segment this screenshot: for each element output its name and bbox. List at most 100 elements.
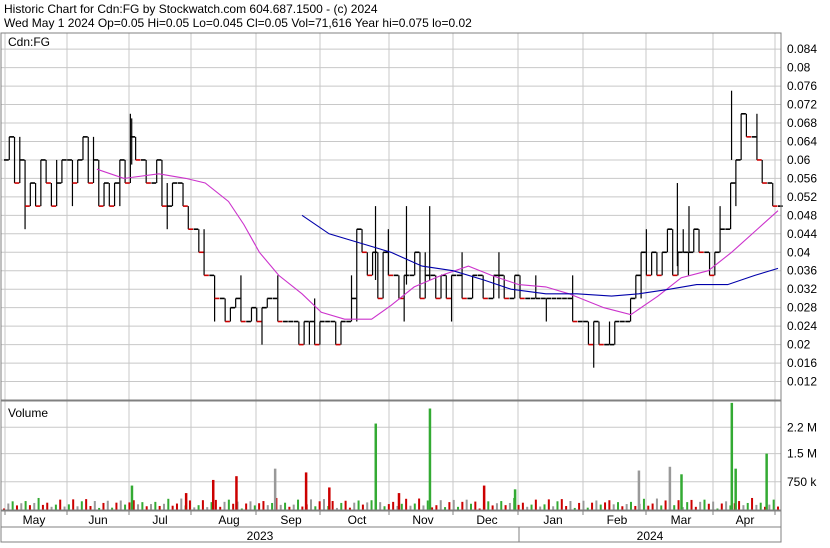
volume-bar — [370, 500, 373, 510]
volume-bar — [504, 505, 507, 510]
volume-bar — [664, 500, 667, 510]
volume-bar — [188, 500, 191, 510]
volume-spike — [130, 485, 134, 510]
volume-bar — [500, 501, 503, 510]
volume-bar — [595, 500, 598, 510]
volume-bar — [565, 506, 568, 510]
price-tick-label: 0.08 — [787, 61, 811, 75]
volume-bar — [435, 505, 438, 510]
price-tick-label: 0.04 — [787, 245, 811, 259]
volume-tick-label: 2.2 M — [787, 420, 817, 434]
volume-bar — [119, 500, 122, 510]
volume-bar — [772, 499, 775, 510]
volume-spike — [211, 479, 215, 510]
month-label: Mar — [671, 513, 692, 527]
volume-bar — [80, 501, 83, 510]
moving-average-long — [301, 214, 779, 297]
volume-bar — [344, 500, 347, 510]
volume-bar — [361, 504, 364, 510]
price-tick-label: 0.024 — [787, 319, 817, 333]
volume-spike — [397, 493, 401, 510]
volume-bar — [227, 499, 230, 510]
volume-bar — [357, 500, 360, 510]
volume-bar — [461, 501, 464, 510]
price-tick-label: 0.016 — [787, 356, 817, 370]
volume-bar — [145, 506, 148, 510]
volume-bar — [612, 504, 615, 510]
month-label: Aug — [218, 513, 239, 527]
volume-bar — [141, 502, 144, 510]
volume-bar — [517, 504, 520, 510]
price-tick-label: 0.044 — [787, 227, 817, 241]
volume-bar — [655, 498, 658, 510]
volume-bar — [413, 503, 416, 510]
volume-bar — [755, 504, 758, 510]
volume-bar — [284, 502, 287, 510]
volume-bar — [366, 502, 369, 510]
volume-bar — [197, 505, 200, 510]
volume-bar — [258, 503, 261, 510]
volume-spike — [730, 402, 734, 510]
volume-bar — [673, 505, 676, 510]
volume-bar — [621, 506, 624, 510]
volume-bar — [128, 502, 131, 510]
chart-canvas: Historic Chart for Cdn:FG by Stockwatch.… — [0, 2, 817, 543]
month-label: Jul — [152, 513, 167, 527]
volume-bar — [720, 503, 723, 510]
volume-bar — [24, 501, 27, 510]
volume-bar — [392, 501, 395, 510]
stock-chart: Historic Chart for Cdn:FG by Stockwatch.… — [0, 0, 830, 543]
price-tick-label: 0.084 — [787, 42, 817, 56]
volume-bar — [543, 504, 546, 510]
volume-bar — [647, 505, 650, 510]
volume-bar — [171, 505, 174, 510]
volume-bar — [7, 503, 10, 510]
price-tick-label: 0.02 — [787, 338, 811, 352]
volume-bar — [508, 502, 511, 510]
volume-bar — [703, 499, 706, 510]
price-tick-label: 0.068 — [787, 116, 817, 130]
volume-bar — [738, 501, 741, 510]
volume-bar — [582, 500, 585, 510]
volume-bar — [387, 504, 390, 510]
volume-bar — [547, 499, 550, 510]
price-tick-label: 0.048 — [787, 208, 817, 222]
volume-bar — [759, 502, 762, 510]
volume-spike — [304, 472, 308, 510]
volume-bar — [331, 501, 334, 510]
volume-bar — [625, 504, 628, 510]
month-label: Jun — [88, 513, 107, 527]
volume-bar — [340, 502, 343, 510]
month-label: Nov — [412, 513, 433, 527]
volume-bar — [642, 498, 645, 510]
volume-bar — [465, 499, 468, 510]
volume-bar — [400, 503, 403, 510]
volume-bar — [137, 504, 140, 510]
volume-bar — [310, 499, 313, 510]
volume-bar — [418, 498, 421, 510]
volume-bar — [742, 505, 745, 510]
volume-bar — [59, 499, 62, 510]
volume-bar — [314, 506, 317, 510]
volume-bar — [301, 506, 304, 510]
volume-bar — [725, 501, 728, 510]
volume-bar — [318, 501, 321, 510]
volume-bar — [487, 501, 490, 510]
price-tick-label: 0.056 — [787, 171, 817, 185]
volume-bar — [232, 503, 235, 510]
volume-bar — [629, 501, 632, 510]
volume-bar — [560, 499, 563, 510]
volume-bar — [452, 499, 455, 510]
volume-bar — [439, 500, 442, 510]
volume-spike — [374, 423, 378, 510]
volume-bar — [292, 504, 295, 510]
volume-bar — [379, 502, 382, 510]
price-tick-label: 0.028 — [787, 301, 817, 315]
volume-spike — [328, 487, 331, 510]
volume-bar — [608, 500, 611, 510]
volume-bar — [474, 501, 477, 510]
volume-bar — [768, 504, 771, 510]
volume-bar — [604, 502, 607, 510]
volume-bar — [245, 503, 248, 510]
volume-bar — [383, 506, 386, 510]
